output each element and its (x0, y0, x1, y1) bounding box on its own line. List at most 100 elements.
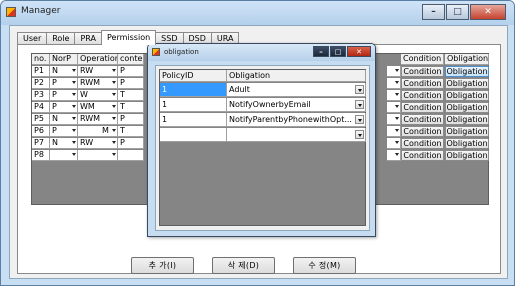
chevron-down-icon[interactable] (395, 153, 399, 156)
chevron-down-icon[interactable] (355, 115, 364, 124)
obligation-grid[interactable]: PolicyID Obligation 1 Adult 1 NotifyOwnerbyEm… (159, 69, 366, 226)
chevron-down-icon[interactable] (112, 69, 116, 72)
cell-norp[interactable]: N (50, 114, 78, 125)
chevron-down-icon[interactable] (112, 129, 116, 132)
cell-operation[interactable]: RWM (78, 114, 118, 125)
condition-button[interactable]: Condition (401, 66, 444, 77)
cell-filler[interactable] (387, 66, 401, 77)
cell-norp[interactable]: P (50, 90, 78, 101)
chevron-down-icon[interactable] (395, 69, 399, 72)
cell-norp[interactable]: N (50, 138, 78, 149)
chevron-down-icon[interactable] (395, 81, 399, 84)
chevron-down-icon[interactable] (72, 117, 76, 120)
cell-conte[interactable]: T (118, 90, 144, 101)
chevron-down-icon[interactable] (395, 105, 399, 108)
cell-no[interactable]: P8 (32, 150, 50, 161)
cell-norp[interactable]: P (50, 126, 78, 137)
cell-filler[interactable] (387, 126, 401, 137)
cell-policy[interactable]: 1 (160, 83, 227, 97)
cell-conte[interactable]: P (118, 78, 144, 89)
chevron-down-icon[interactable] (355, 100, 364, 109)
cell-norp[interactable] (50, 150, 78, 161)
cell-policy[interactable]: 1 (160, 98, 227, 112)
obligation-button[interactable]: Obligation (445, 78, 489, 89)
column-header-norp[interactable]: NorP (50, 54, 78, 65)
cell-obligation[interactable] (227, 128, 366, 142)
cell-filler[interactable] (387, 150, 401, 161)
dialog-maximize-button[interactable]: □ (330, 46, 346, 57)
chevron-down-icon[interactable] (112, 105, 116, 108)
chevron-down-icon[interactable] (395, 117, 399, 120)
chevron-down-icon[interactable] (112, 93, 116, 96)
obligation-button[interactable]: Obligation (445, 150, 489, 161)
chevron-down-icon[interactable] (72, 105, 76, 108)
chevron-down-icon[interactable] (72, 141, 76, 144)
chevron-down-icon[interactable] (355, 85, 364, 94)
cell-conte[interactable] (118, 150, 144, 161)
dialog-close-button[interactable]: ✕ (347, 46, 371, 57)
obligation-button[interactable]: Obligation (445, 102, 489, 113)
condition-button[interactable]: Condition (401, 90, 444, 101)
cell-filler[interactable] (387, 138, 401, 149)
cell-operation[interactable]: M (78, 126, 118, 137)
cell-no[interactable]: P3 (32, 90, 50, 101)
condition-button[interactable]: Condition (401, 126, 444, 137)
condition-button[interactable]: Condition (401, 138, 444, 149)
cell-operation[interactable]: RWM (78, 78, 118, 89)
cell-norp[interactable]: P (50, 102, 78, 113)
add-button[interactable]: 추 가(I) (131, 257, 194, 274)
column-header-condition[interactable]: Condition (401, 54, 444, 65)
cell-obligation[interactable]: Adult (227, 83, 366, 97)
chevron-down-icon[interactable] (112, 153, 116, 156)
edit-button[interactable]: 수 정(M) (293, 257, 356, 274)
column-header-conte[interactable]: conte (118, 54, 144, 65)
column-header-obligation[interactable]: Obligation (445, 54, 489, 65)
column-header-no[interactable]: no. (32, 54, 50, 65)
close-button[interactable]: ✕ (470, 4, 506, 20)
chevron-down-icon[interactable] (395, 141, 399, 144)
chevron-down-icon[interactable] (112, 117, 116, 120)
cell-operation[interactable]: WM (78, 102, 118, 113)
cell-operation[interactable]: RW (78, 138, 118, 149)
condition-button[interactable]: Condition (401, 150, 444, 161)
column-header-operation[interactable]: Operation (78, 54, 118, 65)
cell-conte[interactable]: T (118, 102, 144, 113)
obligation-button[interactable]: Obligation (445, 114, 489, 125)
maximize-button[interactable]: □ (446, 4, 469, 20)
chevron-down-icon[interactable] (72, 93, 76, 96)
cell-policy[interactable]: 1 (160, 113, 227, 127)
chevron-down-icon[interactable] (72, 81, 76, 84)
cell-operation[interactable] (78, 150, 118, 161)
title-bar[interactable]: Manager – □ ✕ (1, 1, 514, 25)
chevron-down-icon[interactable] (355, 130, 364, 139)
cell-norp[interactable]: N (50, 66, 78, 77)
dialog-title-bar[interactable]: obligation – □ ✕ (148, 44, 375, 61)
chevron-down-icon[interactable] (72, 69, 76, 72)
minimize-button[interactable]: – (422, 4, 445, 20)
dialog-minimize-button[interactable]: – (313, 46, 329, 57)
obligation-button[interactable]: Obligation (445, 126, 489, 137)
cell-obligation[interactable]: NotifyParentbyPhonewithOpt... (227, 113, 366, 127)
cell-no[interactable]: P1 (32, 66, 50, 77)
cell-no[interactable]: P5 (32, 114, 50, 125)
column-header-policy[interactable]: PolicyID (160, 70, 227, 82)
cell-no[interactable]: P4 (32, 102, 50, 113)
cell-no[interactable]: P7 (32, 138, 50, 149)
cell-no[interactable]: P6 (32, 126, 50, 137)
cell-no[interactable]: P2 (32, 78, 50, 89)
obligation-button[interactable]: Obligation (445, 90, 489, 101)
cell-conte[interactable]: T (118, 126, 144, 137)
cell-obligation[interactable]: NotifyOwnerbyEmail (227, 98, 366, 112)
chevron-down-icon[interactable] (395, 93, 399, 96)
condition-button[interactable]: Condition (401, 78, 444, 89)
cell-filler[interactable] (387, 114, 401, 125)
chevron-down-icon[interactable] (112, 81, 116, 84)
cell-conte[interactable]: P (118, 66, 144, 77)
chevron-down-icon[interactable] (395, 129, 399, 132)
column-header-obligation[interactable]: Obligation (227, 70, 366, 82)
cell-conte[interactable]: P (118, 138, 144, 149)
cell-policy[interactable] (160, 128, 227, 142)
cell-filler[interactable] (387, 78, 401, 89)
cell-operation[interactable]: RW (78, 66, 118, 77)
obligation-button[interactable]: Obligation (445, 138, 489, 149)
